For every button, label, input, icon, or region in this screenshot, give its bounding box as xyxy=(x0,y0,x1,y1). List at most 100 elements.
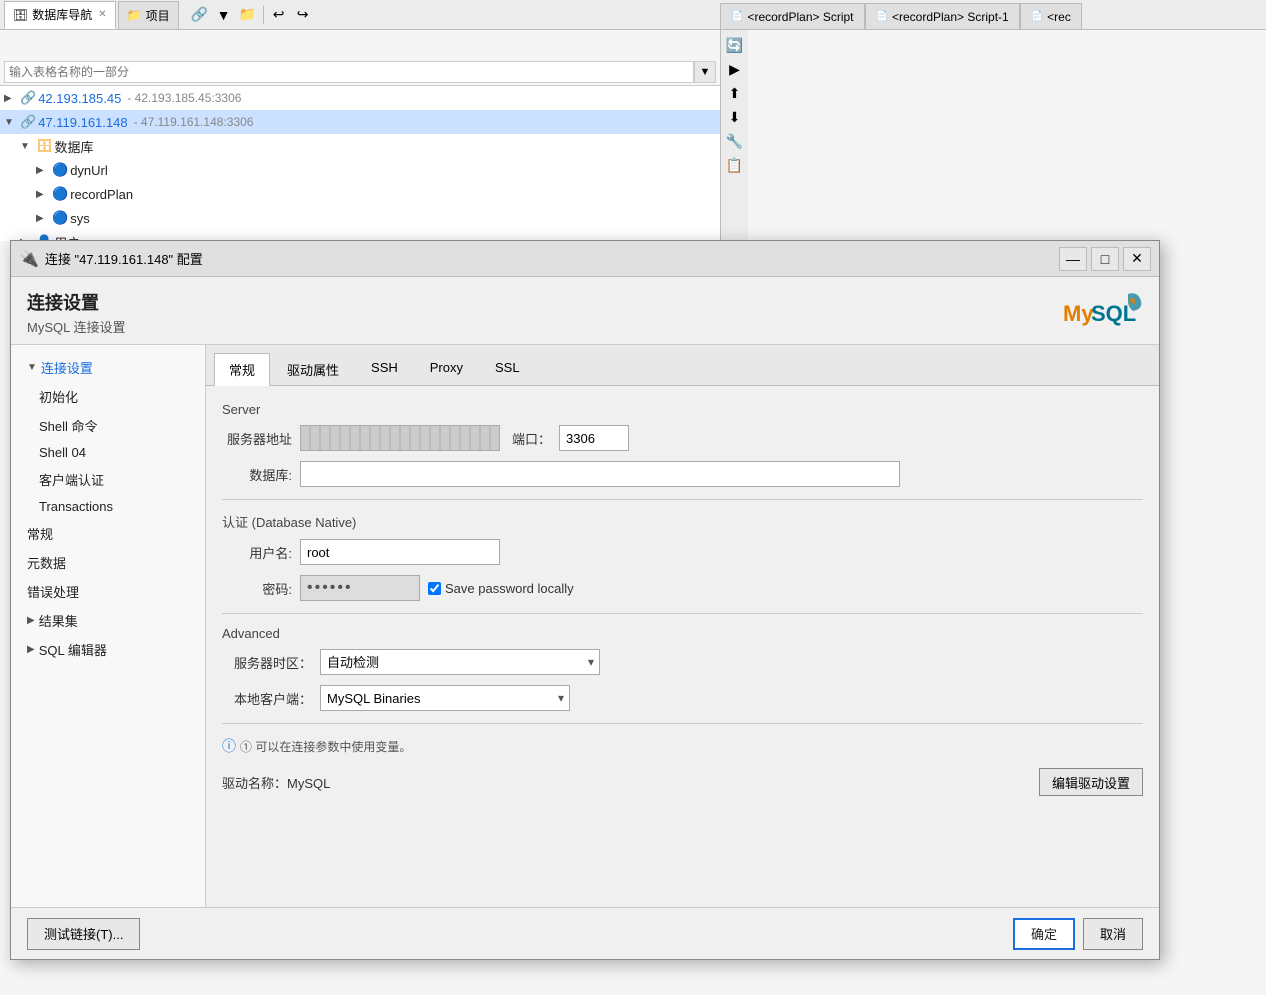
project-icon: 📁 xyxy=(127,8,142,22)
tree-item-42[interactable]: ▶ 🔗 42.193.185.45 - 42.193.185.45:3306 xyxy=(0,86,720,110)
advanced-section-label: Advanced xyxy=(222,626,1143,641)
vtool-btn-2[interactable]: ▶ xyxy=(724,58,746,80)
timezone-row: 服务器时区： 自动检测 UTC Asia/Shanghai xyxy=(222,649,1143,675)
server-section-label: Server xyxy=(222,402,1143,417)
server-host-input-blurred xyxy=(300,425,500,451)
nav-item-shell04[interactable]: Shell 04 xyxy=(11,440,205,465)
script-tab-1-label: <recordPlan> Script xyxy=(747,10,853,24)
tab-project[interactable]: 📁 项目 xyxy=(118,1,179,29)
nav-item-transactions[interactable]: Transactions xyxy=(11,494,205,519)
vtool-btn-4[interactable]: ⬇ xyxy=(724,106,746,128)
nav-item-connection[interactable]: ▼ 连接设置 xyxy=(11,353,205,382)
tree-item-db[interactable]: ▼ 🗄 数据库 xyxy=(0,134,720,158)
nav-label-general: 常规 xyxy=(27,527,53,542)
script-icon-2: 📄 xyxy=(876,11,888,22)
nav-item-init[interactable]: 初始化 xyxy=(11,382,205,411)
nav-label-transactions: Transactions xyxy=(39,499,113,514)
header-texts: 连接设置 MySQL 连接设置 xyxy=(27,289,125,336)
tab-general[interactable]: 常规 xyxy=(214,353,270,386)
tab-ssh[interactable]: SSH xyxy=(356,353,413,385)
tab-db-navigator[interactable]: 🗄 数据库导航 ✕ xyxy=(4,1,116,29)
dialog-titlebar: 🔌 连接 "47.119.161.148" 配置 — □ ✕ xyxy=(11,241,1159,277)
tab-proxy[interactable]: Proxy xyxy=(415,353,478,385)
port-input[interactable] xyxy=(559,425,629,451)
nav-label-shell04: Shell 04 xyxy=(39,445,86,460)
dialog-title-icon: 🔌 xyxy=(19,249,39,269)
script-tabs-bar: 📄 <recordPlan> Script 📄 <recordPlan> Scr… xyxy=(720,0,1266,30)
nav-item-client-auth[interactable]: 客户端认证 xyxy=(11,465,205,494)
tree-item-sys[interactable]: ▶ 🔵 sys xyxy=(0,206,720,230)
restore-button[interactable]: □ xyxy=(1091,247,1119,271)
ok-button[interactable]: 确定 xyxy=(1013,918,1075,950)
tree-item-dynurl[interactable]: ▶ 🔵 dynUrl xyxy=(0,158,720,182)
timezone-select[interactable]: 自动检测 UTC Asia/Shanghai xyxy=(320,649,600,675)
server-host-row: 服务器地址 端口： xyxy=(222,425,1143,451)
vtool-btn-1[interactable]: 🔄 xyxy=(724,34,746,56)
test-connection-button[interactable]: 测试链接(T)... xyxy=(27,918,140,950)
dialog-footer: 测试链接(T)... 确定 取消 xyxy=(11,907,1159,959)
nav-item-resultset[interactable]: ▶ 结果集 xyxy=(11,606,205,635)
nav-btn-3[interactable]: 📁 xyxy=(237,4,259,26)
nav-label-client-auth: 客户端认证 xyxy=(39,473,104,488)
dialog-header-sub: MySQL 连接设置 xyxy=(27,317,125,336)
local-client-select[interactable]: MySQL Binaries Custom xyxy=(320,685,570,711)
filter-button[interactable]: ▼ xyxy=(694,61,716,83)
divider-1 xyxy=(222,499,1143,500)
nav-item-shell[interactable]: Shell 命令 xyxy=(11,411,205,440)
tree-item-47[interactable]: ▼ 🔗 47.119.161.148 - 47.119.161.148:3306 xyxy=(0,110,720,134)
password-row: 密码: •••••• Save password locally xyxy=(222,575,1143,601)
nav-item-metadata[interactable]: 元数据 xyxy=(11,548,205,577)
nav-btn-2[interactable]: ▼ xyxy=(213,4,235,26)
tab-ssl[interactable]: SSL xyxy=(480,353,535,385)
nav-arrow-sql-editor: ▶ xyxy=(27,644,35,655)
tree-addr-42: - 42.193.185.45:3306 xyxy=(127,91,241,105)
tree-addr-47: - 47.119.161.148:3306 xyxy=(134,115,254,129)
search-bar: ▼ xyxy=(0,58,720,86)
tree-panel: ▶ 🔗 42.193.185.45 - 42.193.185.45:3306 ▼… xyxy=(0,86,720,241)
search-input[interactable] xyxy=(4,61,694,83)
content-tabs: 常规 驱动属性 SSH Proxy SSL xyxy=(206,345,1159,386)
nav-btn-5[interactable]: ↪ xyxy=(292,4,314,26)
password-label: 密码: xyxy=(222,579,292,598)
script-tab-2-label: <recordPlan> Script-1 xyxy=(892,10,1009,24)
nav-item-error-handling[interactable]: 错误处理 xyxy=(11,577,205,606)
tree-arrow-recordplan: ▶ xyxy=(36,189,50,200)
tree-icon-recordplan: 🔵 xyxy=(52,186,68,202)
nav-item-sql-editor[interactable]: ▶ SQL 编辑器 xyxy=(11,635,205,664)
toolbar-group: 🔗 ▼ 📁 ↩ ↪ xyxy=(189,4,314,26)
close-button[interactable]: ✕ xyxy=(1123,247,1151,271)
tab-general-label: 常规 xyxy=(229,363,255,378)
username-input[interactable] xyxy=(300,539,500,565)
timezone-label: 服务器时区： xyxy=(222,653,312,672)
save-password-checkbox[interactable] xyxy=(428,582,441,595)
script-tab-1[interactable]: 📄 <recordPlan> Script xyxy=(720,3,865,29)
tree-db-label: 数据库 xyxy=(55,137,94,156)
tab-close-icon[interactable]: ✕ xyxy=(98,9,106,20)
mysql-logo: My SQL xyxy=(1063,289,1143,334)
nav-label-shell: Shell 命令 xyxy=(39,419,98,434)
tab-project-label: 项目 xyxy=(146,7,170,24)
script-tab-2[interactable]: 📄 <recordPlan> Script-1 xyxy=(865,3,1020,29)
nav-btn-4[interactable]: ↩ xyxy=(268,4,290,26)
driver-text: 驱动名称：MySQL xyxy=(222,773,330,792)
nav-item-general[interactable]: 常规 xyxy=(11,519,205,548)
divider-3 xyxy=(222,723,1143,724)
password-input-masked[interactable]: •••••• xyxy=(300,575,420,601)
tab-driver-props[interactable]: 驱动属性 xyxy=(272,353,354,385)
minimize-button[interactable]: — xyxy=(1059,247,1087,271)
connection-dialog: 🔌 连接 "47.119.161.148" 配置 — □ ✕ 连接设置 MySQ… xyxy=(10,240,1160,960)
script-tab-3[interactable]: 📄 <rec xyxy=(1020,3,1082,29)
database-input[interactable] xyxy=(300,461,900,487)
save-password-label: Save password locally xyxy=(445,581,574,596)
vtool-btn-6[interactable]: 📋 xyxy=(724,154,746,176)
tree-item-recordplan[interactable]: ▶ 🔵 recordPlan xyxy=(0,182,720,206)
database-label: 数据库: xyxy=(222,465,292,484)
cancel-button[interactable]: 取消 xyxy=(1083,918,1143,950)
edit-driver-button[interactable]: 编辑驱动设置 xyxy=(1039,768,1143,796)
nav-btn-1[interactable]: 🔗 xyxy=(189,4,211,26)
tree-arrow-42: ▶ xyxy=(4,93,18,104)
vtool-btn-5[interactable]: 🔧 xyxy=(724,130,746,152)
dialog-body: ▼ 连接设置 初始化 Shell 命令 Shell 04 客户端认证 Trans… xyxy=(11,345,1159,933)
vtool-btn-3[interactable]: ⬆ xyxy=(724,82,746,104)
tree-icon-sys: 🔵 xyxy=(52,210,68,226)
